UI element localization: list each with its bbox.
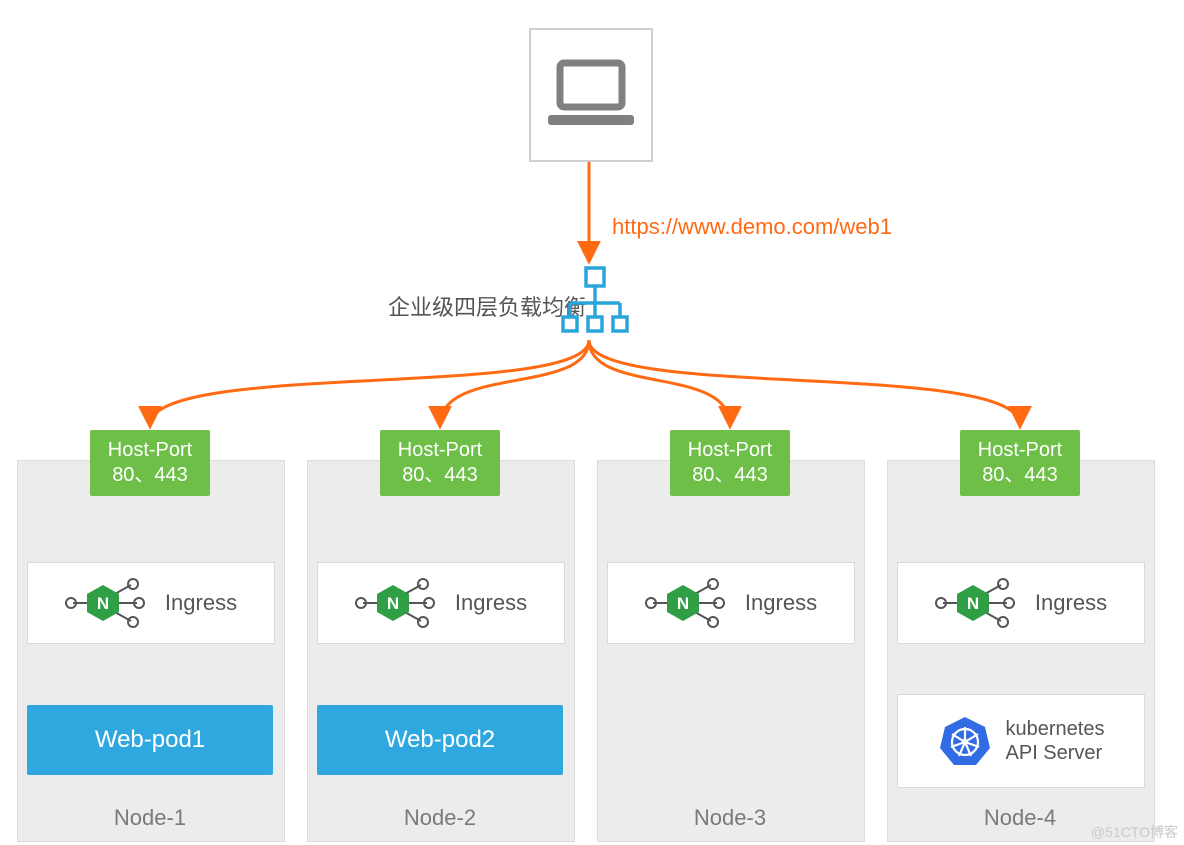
ingress-label: Ingress (455, 590, 527, 616)
host-port-ports: 80、443 (90, 463, 210, 488)
node-label-2: Node-2 (307, 805, 573, 831)
client-box (529, 28, 653, 162)
node-label-1: Node-1 (17, 805, 283, 831)
ingress-card-3: N Ingress (607, 562, 855, 644)
k8s-api-text: kubernetes API Server (1006, 717, 1105, 765)
node-label-3: Node-3 (597, 805, 863, 831)
host-port-ports: 80、443 (670, 463, 790, 488)
k8s-line1: kubernetes (1006, 717, 1105, 741)
node-container-1 (17, 460, 285, 842)
node-container-3 (597, 460, 865, 842)
ingress-card-1: N Ingress (27, 562, 275, 644)
nginx-ingress-icon: N (65, 575, 151, 631)
k8s-api-server-card: kubernetes API Server (897, 694, 1145, 788)
host-port-title: Host-Port (90, 438, 210, 463)
load-balancer-icon (560, 265, 630, 337)
host-port-title: Host-Port (380, 438, 500, 463)
web-pod-2: Web-pod2 (317, 705, 563, 775)
host-port-ports: 80、443 (380, 463, 500, 488)
svg-text:N: N (97, 594, 109, 613)
laptop-icon (546, 59, 636, 131)
ingress-label: Ingress (1035, 590, 1107, 616)
svg-text:N: N (967, 594, 979, 613)
ingress-label: Ingress (745, 590, 817, 616)
nginx-ingress-icon: N (645, 575, 731, 631)
kubernetes-icon (938, 714, 992, 768)
diagram-stage: https://www.demo.com/web1 企业级四层负载均衡 Host… (0, 0, 1184, 845)
web-pod-1: Web-pod1 (27, 705, 273, 775)
nginx-ingress-icon: N (355, 575, 441, 631)
host-port-badge-2: Host-Port 80、443 (380, 430, 500, 496)
k8s-line2: API Server (1006, 741, 1105, 765)
host-port-badge-4: Host-Port 80、443 (960, 430, 1080, 496)
watermark: @51CTO博客 (1091, 822, 1178, 842)
host-port-title: Host-Port (670, 438, 790, 463)
ingress-card-2: N Ingress (317, 562, 565, 644)
host-port-badge-1: Host-Port 80、443 (90, 430, 210, 496)
host-port-ports: 80、443 (960, 463, 1080, 488)
node-container-2 (307, 460, 575, 842)
request-url-label: https://www.demo.com/web1 (612, 214, 892, 240)
host-port-title: Host-Port (960, 438, 1080, 463)
load-balancer-label: 企业级四层负载均衡 (388, 290, 586, 322)
host-port-badge-3: Host-Port 80、443 (670, 430, 790, 496)
svg-text:N: N (677, 594, 689, 613)
ingress-card-4: N Ingress (897, 562, 1145, 644)
nginx-ingress-icon: N (935, 575, 1021, 631)
ingress-label: Ingress (165, 590, 237, 616)
svg-text:N: N (387, 594, 399, 613)
